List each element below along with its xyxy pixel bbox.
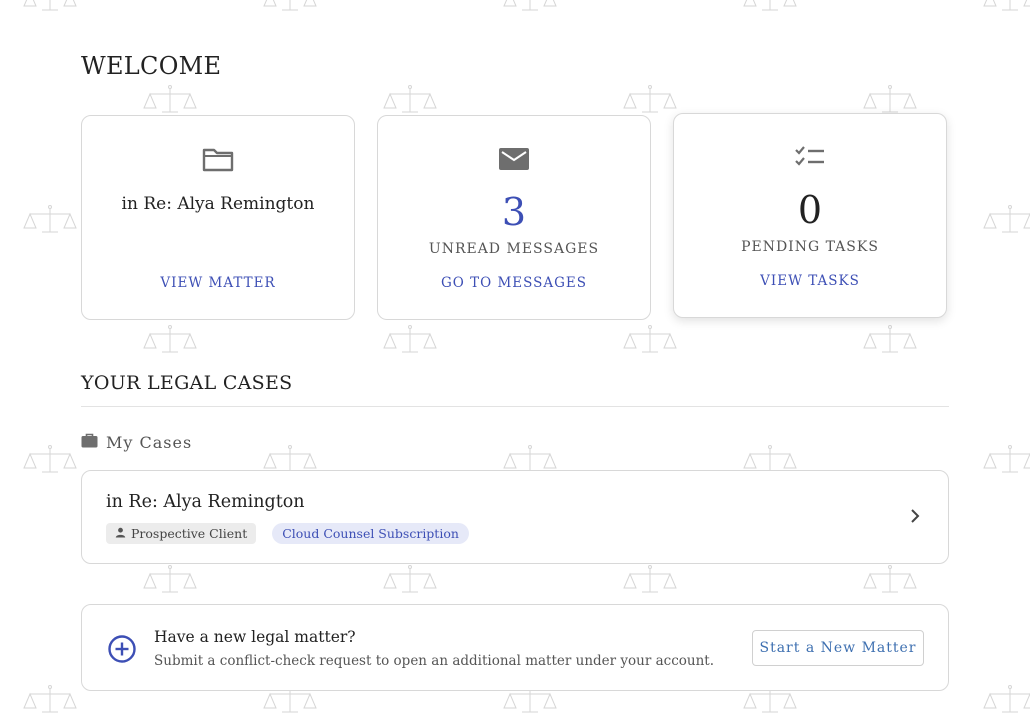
pending-tasks-count: 0 <box>797 188 823 232</box>
welcome-title: WELCOME <box>81 52 222 80</box>
go-to-messages-link[interactable]: GO TO MESSAGES <box>378 275 650 291</box>
envelope-icon <box>378 146 650 172</box>
start-new-matter-button[interactable]: Start a New Matter <box>752 630 924 666</box>
matter-name: in Re: Alya Remington <box>121 194 315 214</box>
view-tasks-link[interactable]: VIEW TASKS <box>674 273 946 289</box>
role-badge-label: Prospective Client <box>131 526 248 541</box>
briefcase-icon <box>81 433 98 452</box>
view-matter-link[interactable]: VIEW MATTER <box>82 275 354 291</box>
new-matter-description: Submit a conflict-check request to open … <box>154 653 714 669</box>
section-divider <box>81 406 949 407</box>
person-icon <box>115 526 126 541</box>
pending-tasks-label: PENDING TASKS <box>741 239 879 255</box>
dashboard-page: WELCOME in Re: Alya Remington VIEW MATTE… <box>0 0 1030 720</box>
new-matter-title: Have a new legal matter? <box>154 628 356 646</box>
my-cases-header: My Cases <box>81 433 192 452</box>
my-cases-label: My Cases <box>106 433 193 452</box>
checklist-icon <box>674 144 946 170</box>
role-badge: Prospective Client <box>106 523 257 544</box>
tasks-card: 0 PENDING TASKS VIEW TASKS <box>673 113 947 318</box>
matter-card: in Re: Alya Remington VIEW MATTER <box>81 115 355 320</box>
folder-icon <box>82 146 354 172</box>
chevron-right-icon <box>910 508 920 528</box>
case-tags: Prospective Client Cloud Counsel Subscri… <box>106 523 469 544</box>
subscription-badge: Cloud Counsel Subscription <box>272 523 469 544</box>
messages-card: 3 UNREAD MESSAGES GO TO MESSAGES <box>377 115 651 320</box>
unread-messages-count: 3 <box>501 190 527 234</box>
new-matter-panel: Have a new legal matter? Submit a confli… <box>81 604 949 691</box>
case-row[interactable]: in Re: Alya Remington Prospective Client… <box>81 470 949 564</box>
legal-cases-title: YOUR LEGAL CASES <box>81 372 293 394</box>
plus-circle-icon <box>107 634 137 668</box>
case-title: in Re: Alya Remington <box>106 492 305 512</box>
unread-messages-label: UNREAD MESSAGES <box>428 241 600 257</box>
